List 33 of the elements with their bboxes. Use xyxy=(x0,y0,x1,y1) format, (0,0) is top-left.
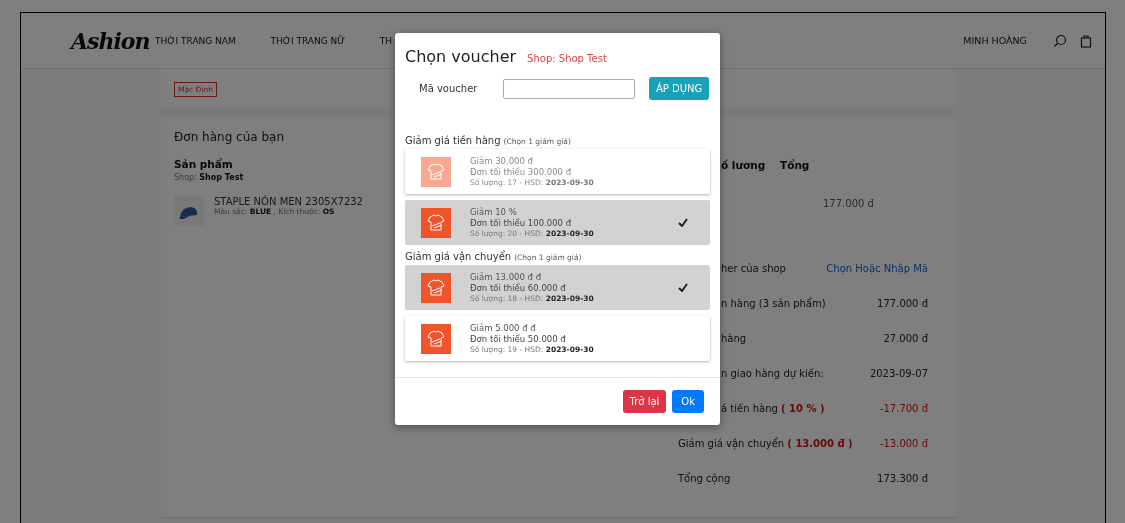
summary-label: n giao hàng dự kiến: xyxy=(720,368,824,379)
voucher-min-order: Đơn tối thiểu 60.000 đ xyxy=(470,283,567,293)
summary-label: n hàng (3 sản phẩm) xyxy=(720,298,826,309)
order-title: Đơn hàng của bạn xyxy=(174,130,284,144)
summary-label: Giảm giá vận chuyển ( 13.000 đ ) xyxy=(678,438,853,449)
summary-value: 177.000 đ xyxy=(877,298,928,309)
summary-label: á tiến hàng ( 10 % ) xyxy=(720,403,825,414)
section-title: Giảm giá vận chuyển xyxy=(405,251,512,262)
voucher-title: Giảm 30.000 đ xyxy=(470,156,534,166)
product-total: 177.000 đ xyxy=(823,198,874,209)
summary-value: 27.000 đ xyxy=(883,333,928,344)
voucher-min-order: Đơn tối thiểu 100.000 đ xyxy=(470,218,573,228)
voucher-min-order: Đơn tối thiểu 50.000 đ xyxy=(470,334,567,344)
summary-label: her của shop xyxy=(720,263,786,274)
voucher-code-label: Mã voucher xyxy=(419,83,479,94)
summary-value: 173.300 đ xyxy=(877,473,928,484)
column-header: Tổng xyxy=(780,159,810,171)
summary-value: -13.000 đ xyxy=(879,438,928,449)
summary-value: 2023-09-07 xyxy=(869,368,928,379)
section-title: Giảm giá tiền hàng xyxy=(405,135,501,146)
voucher-title: Giảm 13.000 đ đ xyxy=(470,272,543,282)
column-header: ố lương xyxy=(720,159,767,171)
voucher-title: Giảm 5.000 đ đ xyxy=(470,323,537,333)
shop-name: Shop: Shop Test xyxy=(174,173,244,182)
voucher-min-order: Đơn tối thiểu 300.000 đ xyxy=(470,167,573,177)
voucher-title: Giảm 10 % xyxy=(470,207,518,217)
product-name: STAPLE NÓN MEN 2305X7232 xyxy=(214,196,363,207)
summary-label: hàng xyxy=(720,333,747,344)
summary-value: -17.700 đ xyxy=(879,403,928,414)
dialog-title: Chọn voucher xyxy=(405,47,517,66)
column-header: Sản phẩm xyxy=(174,158,233,170)
dialog-shop: Shop: Shop Test xyxy=(527,53,607,64)
summary-label: Tổng cộng xyxy=(678,473,731,484)
